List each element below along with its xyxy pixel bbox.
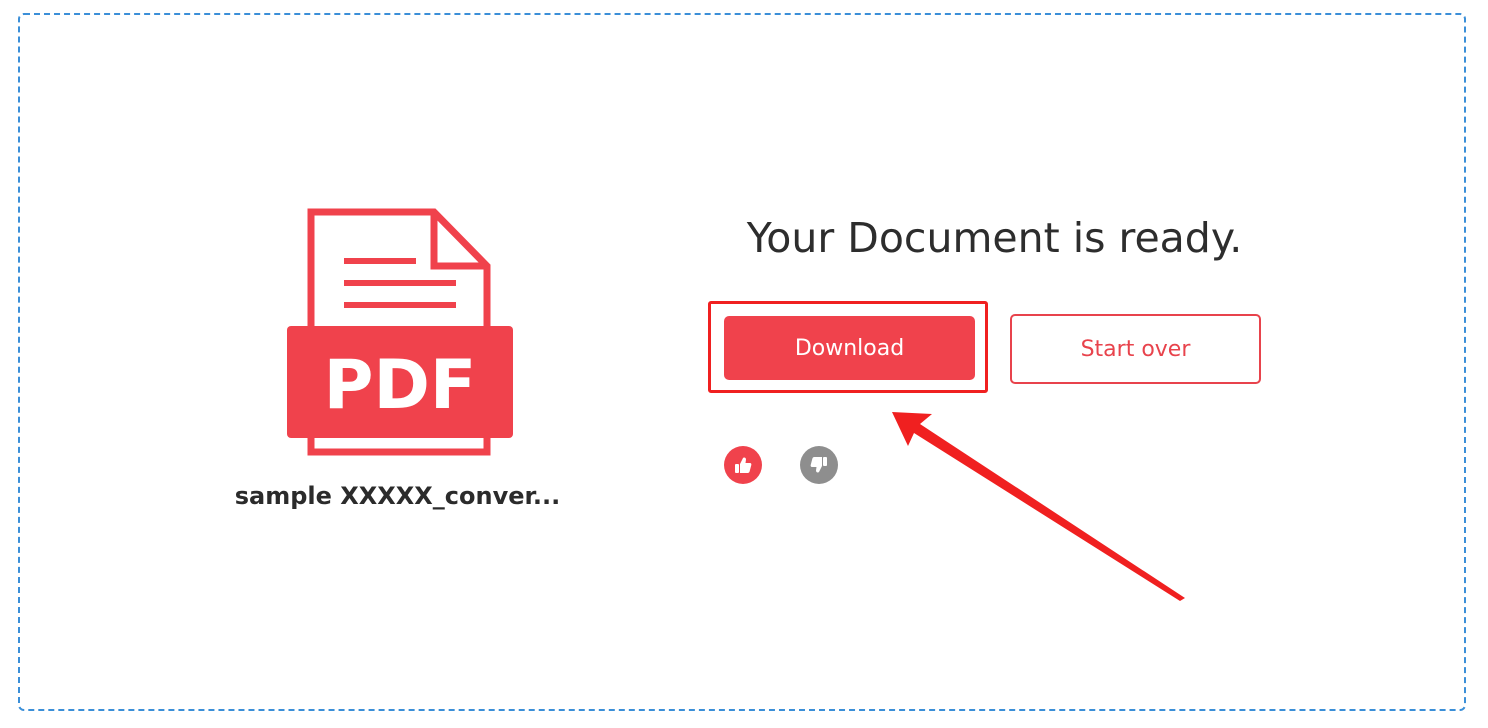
pdf-badge-label: PDF: [324, 346, 477, 425]
like-button[interactable]: [724, 446, 762, 484]
pdf-file-icon: PDF: [287, 208, 513, 456]
thumbs-down-icon: [810, 457, 827, 473]
dislike-button[interactable]: [800, 446, 838, 484]
download-button[interactable]: Download: [724, 316, 975, 380]
page-title: Your Document is ready.: [746, 214, 1243, 262]
annotation-arrow-icon: [892, 412, 1185, 601]
start-over-button[interactable]: Start over: [1010, 314, 1261, 384]
thumbs-up-icon: [735, 457, 752, 473]
file-name: sample XXXXX_conver...: [234, 482, 561, 510]
